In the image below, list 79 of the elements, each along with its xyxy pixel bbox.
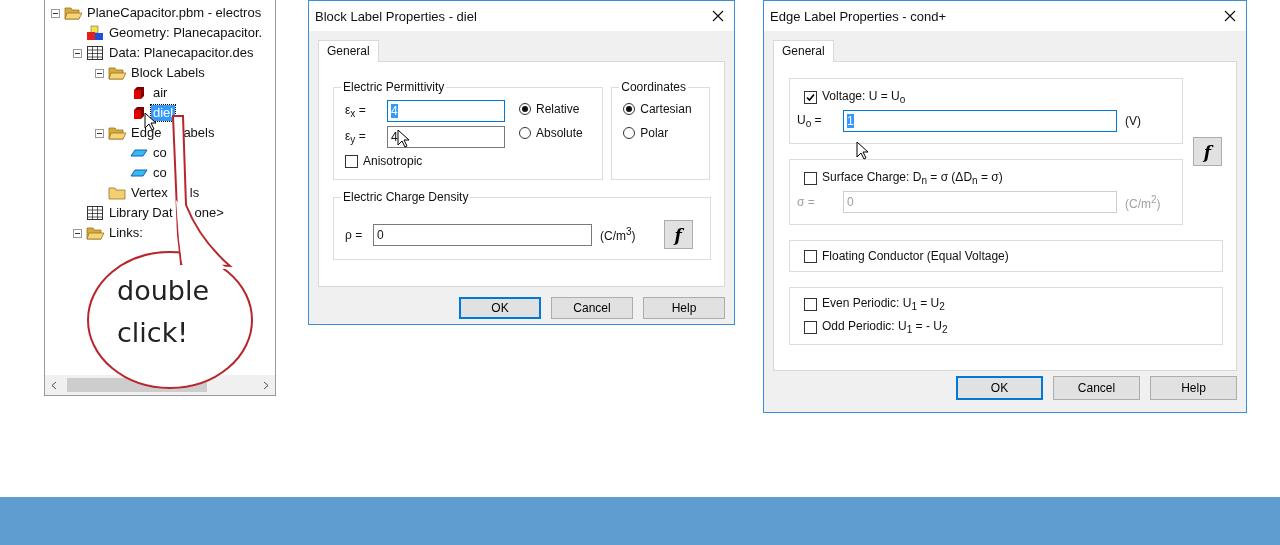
tree-item[interactable]: Data: Planecapacitor.des [107, 45, 256, 61]
radio-button[interactable] [623, 103, 636, 115]
checkbox[interactable] [345, 154, 358, 168]
group-title: Electric Charge Density [342, 190, 470, 204]
scroll-left-icon[interactable] [51, 380, 57, 390]
input-field[interactable]: 4 [387, 126, 505, 148]
close-icon[interactable] [1224, 10, 1236, 22]
tree-item[interactable]: Edge [129, 125, 164, 141]
radio-button[interactable] [519, 103, 531, 115]
dialog-button[interactable]: Cancel [1053, 376, 1140, 400]
checkbox[interactable] [804, 171, 817, 185]
open-folder-icon [86, 225, 104, 241]
option-label[interactable]: Relative [536, 102, 580, 116]
checkbox[interactable] [804, 90, 817, 104]
tree-item[interactable]: Vertex [129, 185, 170, 201]
group-title: Electric Permittivity [342, 80, 446, 94]
collapse-icon[interactable] [95, 128, 104, 138]
tree-item[interactable]: co [151, 145, 169, 161]
folder-icon [108, 185, 126, 201]
field-label: σ = [797, 195, 816, 210]
open-folder-icon [64, 5, 82, 21]
dialog-button[interactable]: OK [956, 376, 1043, 400]
unit-label: (C/m$^{2}$) [1125, 193, 1161, 211]
checkbox-label[interactable]: Voltage: U = U$_{o}$ [822, 89, 906, 106]
open-folder-icon [108, 125, 126, 141]
dialog-button[interactable]: Help [1150, 376, 1237, 400]
field-label: ρ = [345, 227, 364, 242]
window-title: Edge Label Properties - cond+ [770, 8, 946, 24]
tree-item[interactable]: air [151, 85, 170, 101]
tree-item[interactable]: Library Dat [107, 205, 175, 221]
checkbox-label[interactable]: Floating Conductor (Equal Voltage) [822, 249, 1009, 263]
mouse-pointer-icon [856, 141, 868, 160]
collapse-icon[interactable] [73, 228, 82, 238]
field-label: ε$_{x}$ = [345, 102, 367, 120]
dialog-button[interactable]: OK [459, 297, 541, 319]
checkbox-label[interactable]: Anisotropic [363, 154, 423, 168]
checkbox-label[interactable]: Surface Charge: D$_{n}$ = σ (ΔD$_{n}$ = σ) [822, 170, 1003, 187]
window-title: Block Label Properties - diel [315, 8, 477, 24]
scroll-right-icon[interactable] [263, 380, 269, 390]
tree-item[interactable]: Block Labels [129, 65, 207, 81]
function-button[interactable]: f [1193, 137, 1222, 166]
field-label: ε$_{y}$ = [345, 128, 367, 146]
collapse-icon[interactable] [73, 48, 82, 58]
function-button[interactable]: f [663, 220, 693, 249]
radio-button[interactable] [623, 127, 636, 139]
tree-item[interactable]: Links: [107, 225, 145, 241]
open-folder-icon [108, 65, 126, 81]
checkbox[interactable] [804, 321, 817, 335]
shapes-icon [86, 25, 104, 41]
collapse-icon[interactable] [51, 8, 60, 18]
group-title: Coordinates [620, 80, 687, 94]
checkbox-label[interactable]: Even Periodic: U$_{1}$ = U$_{2}$ [822, 296, 945, 313]
unit-label: (V) [1125, 114, 1141, 129]
checkbox[interactable] [804, 297, 817, 311]
option-label[interactable]: Cartesian [640, 102, 692, 116]
option-label[interactable]: Polar [640, 126, 669, 140]
checkbox-label[interactable]: Odd Periodic: U$_{1}$ = - U$_{2}$ [822, 319, 948, 336]
tree-item[interactable]: abels [181, 125, 217, 141]
table-icon [86, 205, 104, 221]
dialog-button[interactable]: Help [643, 297, 725, 319]
callout-text: double click! [117, 274, 210, 350]
checkbox[interactable] [804, 249, 817, 263]
tree-item[interactable]: co [151, 165, 169, 181]
tree-item[interactable]: PlaneCapacitor.pbm - electros [85, 5, 264, 21]
tree-item[interactable]: ls [187, 185, 202, 201]
tree-item[interactable]: Geometry: Planecapacitor. [107, 25, 265, 41]
tree-item[interactable]: one> [192, 205, 226, 221]
dialog-button[interactable]: Cancel [551, 297, 633, 319]
table-icon [86, 45, 104, 61]
radio-button[interactable] [519, 127, 531, 139]
unit-label: (C/m$^{3}$) [600, 226, 636, 243]
mouse-pointer-icon [397, 129, 409, 148]
field-label: U$_{o}$ = [797, 113, 823, 130]
close-icon[interactable] [712, 10, 724, 22]
collapse-icon[interactable] [95, 68, 104, 78]
input-field[interactable]: 0 [373, 223, 592, 246]
option-label[interactable]: Absolute [536, 126, 583, 140]
tab[interactable]: General [318, 40, 379, 62]
tab[interactable]: General [773, 40, 834, 62]
